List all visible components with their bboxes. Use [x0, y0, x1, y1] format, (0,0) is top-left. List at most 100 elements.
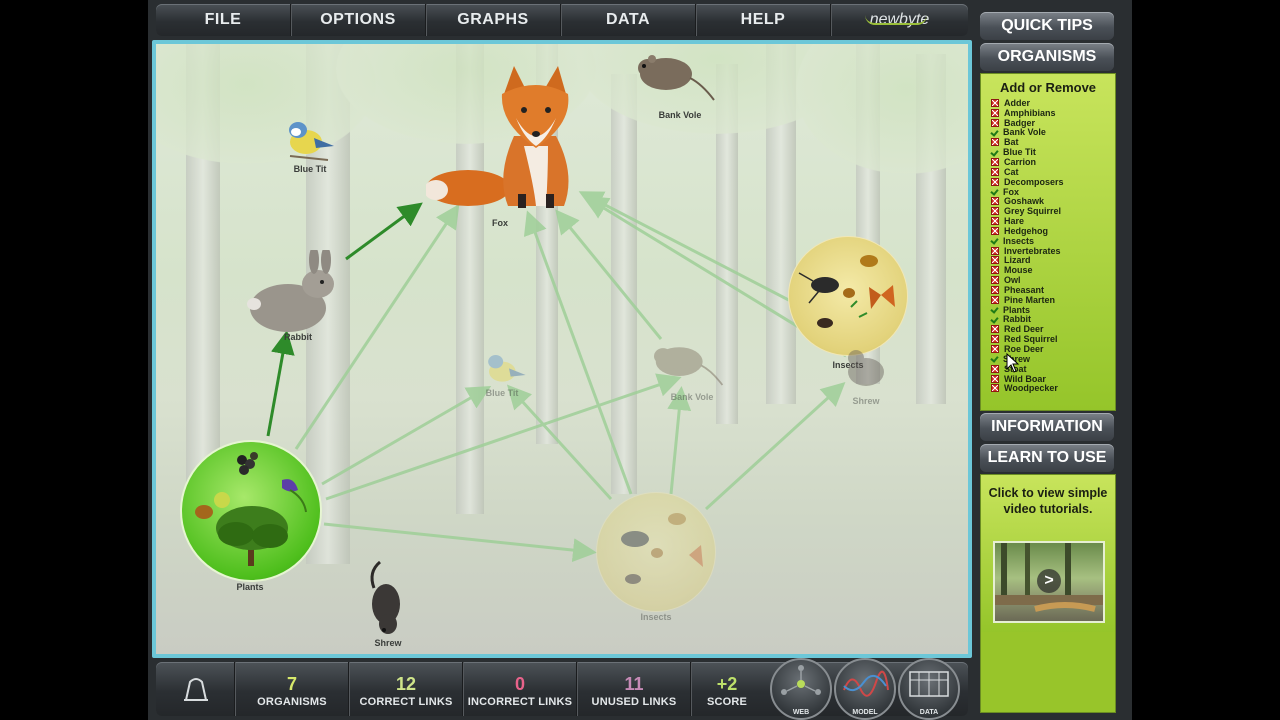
checked-checkbox-icon[interactable]	[991, 306, 998, 313]
plants-cluster	[180, 440, 322, 582]
shrew-faded-icon	[848, 350, 884, 386]
organism-shrew-faded[interactable]: Shrew	[838, 344, 894, 408]
checked-checkbox-icon[interactable]	[991, 237, 998, 244]
unchecked-checkbox-icon[interactable]	[991, 374, 999, 383]
organism-option-woodpecker[interactable]: Woodpecker	[991, 383, 1111, 393]
organism-option-carrion[interactable]: Carrion	[991, 157, 1111, 167]
organism-option-cat[interactable]: Cat	[991, 167, 1111, 177]
information-button[interactable]: INFORMATION	[980, 413, 1114, 441]
organism-option-fox[interactable]: Fox	[991, 187, 1111, 197]
organism-option-invertebrates[interactable]: Invertebrates	[991, 246, 1111, 256]
shrew-icon	[370, 560, 400, 634]
link-rabbit-fox[interactable]	[345, 202, 423, 261]
organism-option-goshawk[interactable]: Goshawk	[991, 196, 1111, 206]
organism-option-wild-boar[interactable]: Wild Boar	[991, 374, 1111, 384]
organism-option-bat[interactable]: Bat	[991, 137, 1111, 147]
alarm-bell-button[interactable]	[156, 662, 235, 716]
vole-faded-icon	[654, 347, 724, 386]
unchecked-checkbox-icon[interactable]	[991, 98, 999, 107]
checked-checkbox-icon[interactable]	[991, 149, 998, 156]
unchecked-checkbox-icon[interactable]	[991, 138, 999, 147]
organism-option-insects[interactable]: Insects	[991, 236, 1111, 246]
organism-option-plants[interactable]: Plants	[991, 305, 1111, 315]
organism-option-amphibians[interactable]: Amphibians	[991, 108, 1111, 118]
unchecked-checkbox-icon[interactable]	[991, 118, 999, 127]
link-insects-fox[interactable]	[523, 210, 633, 495]
checked-checkbox-icon[interactable]	[991, 355, 998, 362]
unchecked-checkbox-icon[interactable]	[991, 266, 999, 275]
organism-option-adder[interactable]: Adder	[991, 98, 1111, 108]
data-view-button[interactable]: DATA	[898, 658, 960, 720]
unchecked-checkbox-icon[interactable]	[991, 246, 999, 255]
unchecked-checkbox-icon[interactable]	[991, 276, 999, 285]
unchecked-checkbox-icon[interactable]	[991, 177, 999, 186]
unchecked-checkbox-icon[interactable]	[991, 345, 999, 354]
video-tutorial-thumbnail[interactable]: >	[993, 541, 1105, 623]
link-plants-bluetit[interactable]	[321, 385, 492, 486]
organism-fox[interactable]: Fox	[424, 66, 586, 228]
unchecked-checkbox-icon[interactable]	[991, 167, 999, 176]
organisms-button[interactable]: ORGANISMS	[980, 43, 1114, 71]
menu-graphs[interactable]: GRAPHS	[426, 4, 561, 36]
organism-option-label: Fox	[1003, 186, 1020, 197]
organism-rabbit[interactable]: Rabbit	[246, 246, 342, 346]
unchecked-checkbox-icon[interactable]	[991, 197, 999, 206]
organism-option-blue-tit[interactable]: Blue Tit	[991, 147, 1111, 157]
organism-option-red-deer[interactable]: Red Deer	[991, 324, 1111, 334]
menu-help[interactable]: HELP	[696, 4, 831, 36]
organism-option-mouse[interactable]: Mouse	[991, 265, 1111, 275]
model-view-button[interactable]: MODEL	[834, 658, 896, 720]
unchecked-checkbox-icon[interactable]	[991, 226, 999, 235]
brand-logo: newbyte	[831, 11, 968, 29]
unchecked-checkbox-icon[interactable]	[991, 325, 999, 334]
checked-checkbox-icon[interactable]	[991, 188, 998, 195]
organism-option-label: Hedgehog	[1004, 225, 1048, 236]
menu-data[interactable]: DATA	[561, 4, 696, 36]
link-insects2-fox[interactable]	[578, 191, 807, 311]
menu-file[interactable]: FILE	[156, 4, 291, 36]
organism-option-pine-marten[interactable]: Pine Marten	[991, 295, 1111, 305]
unchecked-checkbox-icon[interactable]	[991, 384, 999, 393]
unchecked-checkbox-icon[interactable]	[991, 295, 999, 304]
organism-option-decomposers[interactable]: Decomposers	[991, 177, 1111, 187]
organism-option-label: Hare	[1004, 216, 1025, 227]
menu-options[interactable]: OPTIONS	[291, 4, 426, 36]
organism-option-bank-vole[interactable]: Bank Vole	[991, 127, 1111, 137]
organism-shrew[interactable]: Shrew	[362, 558, 408, 650]
organism-bank-vole-faded[interactable]: Bank Vole	[648, 340, 732, 406]
organism-option-pheasant[interactable]: Pheasant	[991, 285, 1111, 295]
food-web-app: FILE OPTIONS GRAPHS DATA HELP newbyte Fo…	[148, 0, 1132, 720]
checked-checkbox-icon[interactable]	[991, 129, 998, 136]
learn-to-use-button[interactable]: LEARN TO USE	[980, 444, 1114, 472]
link-plants-insects[interactable]	[323, 522, 597, 563]
organism-option-hare[interactable]: Hare	[991, 216, 1111, 226]
organisms-count: 7	[286, 674, 297, 694]
organism-option-hedgehog[interactable]: Hedgehog	[991, 226, 1111, 236]
organism-option-rabbit[interactable]: Rabbit	[991, 314, 1111, 324]
web-view-button[interactable]: WEB	[770, 658, 832, 720]
organism-option-badger[interactable]: Badger	[991, 118, 1111, 128]
quick-tips-button[interactable]: QUICK TIPS	[980, 12, 1114, 40]
organism-insects-faded[interactable]: Insects	[596, 492, 720, 624]
unchecked-checkbox-icon[interactable]	[991, 364, 999, 373]
unchecked-checkbox-icon[interactable]	[991, 285, 999, 294]
unchecked-checkbox-icon[interactable]	[991, 256, 999, 265]
organism-option-red-squirrel[interactable]: Red Squirrel	[991, 334, 1111, 344]
unchecked-checkbox-icon[interactable]	[991, 217, 999, 226]
correct-links-count: 12	[395, 674, 417, 694]
organism-blue-tit[interactable]: Blue Tit	[280, 116, 336, 176]
organism-blue-tit-faded[interactable]: Blue Tit	[476, 350, 532, 400]
unchecked-checkbox-icon[interactable]	[991, 108, 999, 117]
organism-option-owl[interactable]: Owl	[991, 275, 1111, 285]
organism-option-lizard[interactable]: Lizard	[991, 255, 1111, 265]
link-plants-rabbit[interactable]	[266, 330, 295, 437]
link-insects-vole-a[interactable]	[667, 386, 692, 495]
play-button[interactable]: >	[1037, 569, 1061, 593]
checked-checkbox-icon[interactable]	[991, 316, 998, 323]
organism-option-grey-squirrel[interactable]: Grey Squirrel	[991, 206, 1111, 216]
organism-plants[interactable]: Plants	[180, 440, 324, 594]
unchecked-checkbox-icon[interactable]	[991, 207, 999, 216]
unchecked-checkbox-icon[interactable]	[991, 157, 999, 166]
unchecked-checkbox-icon[interactable]	[991, 335, 999, 344]
organism-bank-vole[interactable]: Bank Vole	[636, 50, 720, 120]
